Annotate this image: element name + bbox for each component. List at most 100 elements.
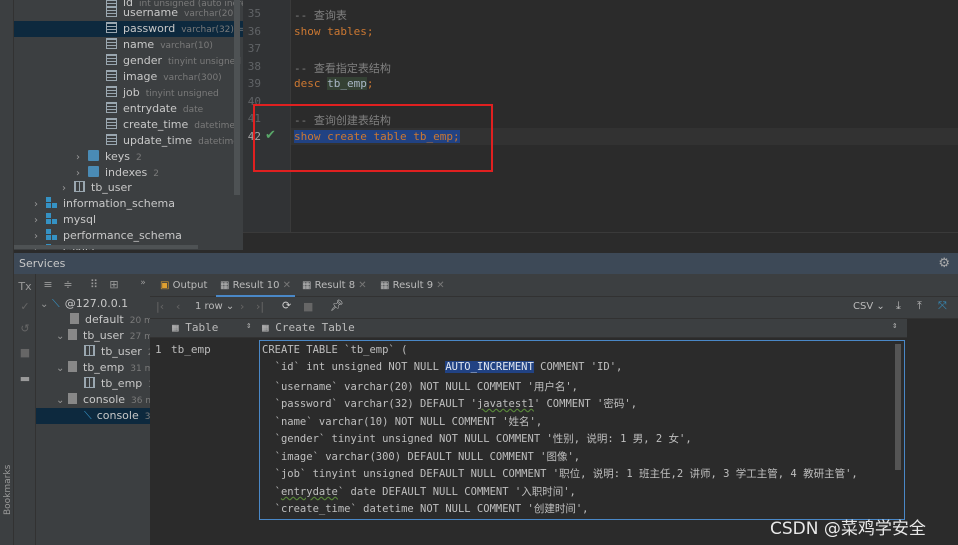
collapse-all-icon[interactable]: ≑ <box>60 278 76 291</box>
ddl-line: `entrydate` date DEFAULT NULL COMMENT '入… <box>262 486 576 498</box>
result-toolbar: |‹ ‹ 1 row ⌄ › ›| ⟳ ■ 📌︎ CSV ⌄ ⤓ ⤒ ⤧ <box>150 297 958 319</box>
table-icon <box>84 377 95 388</box>
settings-gear-icon[interactable]: ⚙ <box>938 253 950 274</box>
tree-table-tb-user[interactable]: › tb_user <box>62 180 132 196</box>
column-icon <box>106 70 117 81</box>
cell-vertical-scrollbar[interactable] <box>895 344 901 470</box>
line-number: 35 <box>247 7 261 20</box>
tree-column-entrydate[interactable]: entrydate date <box>106 101 203 117</box>
cell-table-name[interactable]: tb_emp <box>171 343 211 356</box>
tree-column-username[interactable]: username varchar(20) <box>106 5 237 21</box>
close-icon[interactable]: ✕ <box>358 280 366 291</box>
table-icon: ▦ <box>172 321 179 334</box>
table-icon: ▦ <box>302 280 312 291</box>
service-console[interactable]: ⟍console36 <box>36 408 156 424</box>
close-icon[interactable]: ✕ <box>283 280 291 291</box>
expand-all-icon[interactable]: ≡ <box>40 278 56 291</box>
code-comment: -- 查看指定表结构 <box>294 62 391 75</box>
tree-column-job[interactable]: job tinyint unsigned <box>106 85 219 101</box>
sort-icon[interactable]: ⇕ <box>246 321 251 331</box>
tree-column-password[interactable]: passwordvarchar(32) = 'jav <box>14 21 243 37</box>
tab-result-10[interactable]: ▦ Result 10 ✕ <box>216 274 296 297</box>
stop-icon[interactable]: ■ <box>17 346 33 359</box>
chevron-right-icon[interactable]: › <box>62 181 74 197</box>
service-session-tb-user[interactable]: ⌄ tb_user 27 ms <box>56 328 158 344</box>
watermark: CSDN @菜鸡学安全 <box>770 519 926 539</box>
annotation-red-box <box>253 104 493 172</box>
service-host[interactable]: ⌄ ⟍ @127.0.0.1 <box>40 296 128 312</box>
left-tool-strip: Bookmarks <box>0 0 14 545</box>
cell-create-table[interactable]: CREATE TABLE `tb_emp` ( `id` int unsigne… <box>259 340 905 520</box>
output-icon: ▣ <box>160 280 170 291</box>
row-count-dropdown[interactable]: 1 row ⌄ <box>195 301 234 312</box>
tree-horizontal-scrollbar[interactable] <box>14 245 198 249</box>
service-session-default[interactable]: default 20 ms <box>70 312 158 328</box>
service-result-tb-user[interactable]: tb_user27 <box>84 344 159 360</box>
column-icon <box>106 22 117 33</box>
chevron-right-icon[interactable]: › <box>34 213 46 229</box>
layout-icon[interactable]: ▬ <box>17 372 33 385</box>
first-page-icon[interactable]: |‹ <box>156 300 164 313</box>
tx-mode-icon[interactable]: Tx <box>17 280 33 293</box>
row-number: 1 <box>155 343 162 356</box>
tree-column-name[interactable]: name varchar(10) <box>106 37 213 53</box>
tree-schema-performance-schema[interactable]: › performance_schema <box>34 228 182 244</box>
tab-result-9[interactable]: ▦ Result 9 ✕ <box>380 274 445 297</box>
chevron-right-icon[interactable]: › <box>34 197 46 213</box>
ddl-line: `password` varchar(32) DEFAULT 'javatest… <box>262 398 638 410</box>
column-icon <box>106 102 117 113</box>
tree-indexes[interactable]: › indexes 2 <box>76 165 159 181</box>
tab-output[interactable]: ▣ Output <box>160 274 207 297</box>
tree-keys[interactable]: › keys 2 <box>76 149 142 165</box>
chevron-down-icon: ⌄ <box>40 299 49 310</box>
next-page-icon[interactable]: › <box>240 300 244 313</box>
tree-schema-information-schema[interactable]: › information_schema <box>34 196 175 212</box>
last-page-icon[interactable]: ›| <box>256 300 264 313</box>
prev-page-icon[interactable]: ‹ <box>176 300 180 313</box>
tree-column-gender[interactable]: gender tinyint unsigned <box>106 53 241 69</box>
group-icon[interactable]: ⠿ <box>86 278 102 291</box>
compare-icon[interactable]: ⤧ <box>938 299 947 313</box>
chevron-down-icon: ⌄ <box>56 395 65 406</box>
column-icon <box>106 38 117 49</box>
services-header: Services ⚙ <box>14 253 958 274</box>
more-icon[interactable]: » <box>135 278 151 288</box>
bookmarks-tab[interactable]: Bookmarks <box>3 455 13 515</box>
ddl-line: CREATE TABLE `tb_emp` ( <box>262 344 408 356</box>
pin-icon[interactable]: 📌︎ <box>330 299 344 312</box>
sort-icon[interactable]: ⇕ <box>892 321 897 331</box>
line-number: 38 <box>247 60 261 73</box>
tab-result-8[interactable]: ▦ Result 8 ✕ <box>302 274 367 297</box>
database-tree: idint unsigned (auto increment) username… <box>14 0 243 250</box>
session-icon <box>70 313 79 324</box>
ddl-line: `username` varchar(20) NOT NULL COMMENT … <box>262 381 578 393</box>
service-session-console[interactable]: ⌄ console 36 ms <box>56 392 159 408</box>
export-format-dropdown[interactable]: CSV ⌄ <box>853 301 885 312</box>
tree-vertical-scrollbar[interactable] <box>234 0 240 195</box>
close-icon[interactable]: ✕ <box>436 280 444 291</box>
tree-column-image[interactable]: image varchar(300) <box>106 69 222 85</box>
refresh-icon[interactable]: ⟳ <box>282 299 291 312</box>
add-service-icon[interactable]: ⊞ <box>106 278 122 291</box>
session-icon <box>68 361 77 372</box>
commit-check-icon[interactable]: ✓ <box>17 300 33 313</box>
stop-icon[interactable]: ■ <box>303 300 313 313</box>
service-result-tb-emp[interactable]: tb_emp31 <box>84 376 160 392</box>
rollback-icon[interactable]: ↺ <box>17 322 33 335</box>
service-session-tb-emp[interactable]: ⌄ tb_emp 31 ms <box>56 360 158 376</box>
ddl-line: `id` int unsigned NOT NULL AUTO_INCREMEN… <box>262 361 623 373</box>
tree-schema-mysql[interactable]: › mysql <box>34 212 96 228</box>
services-tree: ⌄ ⟍ @127.0.0.1 default 20 ms ⌄ tb_user 27 ms … <box>36 296 160 545</box>
chevron-right-icon[interactable]: › <box>76 150 88 166</box>
services-side-toolbar: Tx ✓ ↺ ■ ▬ <box>14 274 36 545</box>
column-header-table[interactable]: ▦ Table <box>172 321 218 334</box>
tree-column-create-time[interactable]: create_time datetime <box>106 117 235 133</box>
tree-column-update-time[interactable]: update_time datetime <box>106 133 239 149</box>
column-icon <box>106 6 117 17</box>
services-title: Services <box>19 257 66 270</box>
upload-icon[interactable]: ⤒ <box>917 299 922 313</box>
grid-header: ▦ Table ⇕ ▦ Create Table ⇕ <box>150 319 907 338</box>
download-icon[interactable]: ⤓ <box>896 299 901 313</box>
result-tabs: ▣ Output ▦ Result 10 ✕ ▦ Result 8 ✕ ▦ Re… <box>150 274 958 297</box>
column-header-create-table[interactable]: ▦ Create Table <box>262 321 355 334</box>
